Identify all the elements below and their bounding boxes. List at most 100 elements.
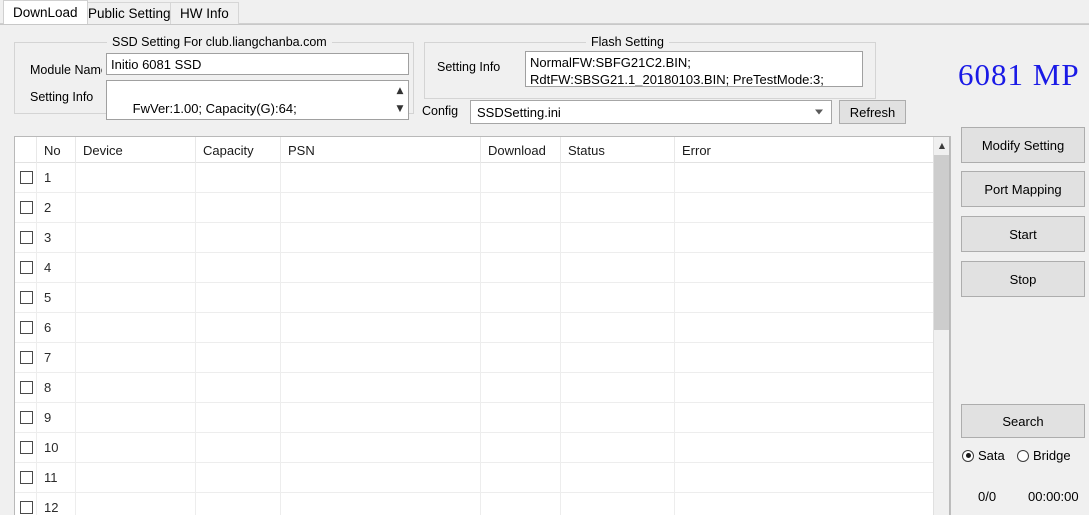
cell-capacity[interactable] [196, 193, 281, 222]
cell-capacity[interactable] [196, 223, 281, 252]
cell-device[interactable] [76, 163, 196, 192]
cell-psn[interactable] [281, 313, 481, 342]
cell-error[interactable] [675, 463, 935, 492]
row-checkbox[interactable] [20, 411, 33, 424]
cell-error[interactable] [675, 313, 935, 342]
cell-psn[interactable] [281, 163, 481, 192]
row-checkbox[interactable] [20, 501, 33, 514]
cell-capacity[interactable] [196, 463, 281, 492]
cell-check[interactable] [15, 373, 37, 402]
cell-download[interactable] [481, 403, 561, 432]
table-row[interactable]: 10 [15, 433, 935, 463]
cell-status[interactable] [561, 253, 675, 282]
chevron-up-icon[interactable]: ▲ [934, 137, 949, 154]
cell-check[interactable] [15, 313, 37, 342]
cell-status[interactable] [561, 223, 675, 252]
table-row[interactable]: 1 [15, 163, 935, 193]
chevron-down-icon[interactable]: ▼ [397, 105, 404, 114]
cell-capacity[interactable] [196, 163, 281, 192]
cell-no[interactable]: 6 [37, 313, 76, 342]
cell-device[interactable] [76, 223, 196, 252]
cell-download[interactable] [481, 493, 561, 515]
cell-status[interactable] [561, 493, 675, 515]
cell-error[interactable] [675, 283, 935, 312]
search-button[interactable]: Search [961, 404, 1085, 438]
table-row[interactable]: 4 [15, 253, 935, 283]
row-checkbox[interactable] [20, 231, 33, 244]
cell-error[interactable] [675, 403, 935, 432]
module-name-field[interactable]: Initio 6081 SSD [106, 53, 409, 75]
cell-no[interactable]: 7 [37, 343, 76, 372]
cell-check[interactable] [15, 403, 37, 432]
cell-check[interactable] [15, 493, 37, 515]
row-checkbox[interactable] [20, 351, 33, 364]
cell-psn[interactable] [281, 433, 481, 462]
row-checkbox[interactable] [20, 291, 33, 304]
cell-psn[interactable] [281, 463, 481, 492]
column-header-error[interactable]: Error [675, 137, 935, 163]
row-checkbox[interactable] [20, 381, 33, 394]
radio-bridge[interactable]: Bridge [1017, 448, 1071, 463]
cell-download[interactable] [481, 463, 561, 492]
cell-error[interactable] [675, 223, 935, 252]
ssd-setting-info-field[interactable]: FwVer:1.00; Capacity(G):64; EnableID_C7:… [106, 80, 409, 120]
cell-status[interactable] [561, 433, 675, 462]
table-row[interactable]: 6 [15, 313, 935, 343]
cell-download[interactable] [481, 343, 561, 372]
row-checkbox[interactable] [20, 471, 33, 484]
cell-psn[interactable] [281, 373, 481, 402]
tab-hw-info[interactable]: HW Info [170, 2, 239, 24]
tab-public-setting[interactable]: Public Setting [78, 2, 181, 24]
row-checkbox[interactable] [20, 441, 33, 454]
column-header-check[interactable] [15, 137, 37, 163]
cell-error[interactable] [675, 373, 935, 402]
flash-setting-info-field[interactable]: NormalFW:SBFG21C2.BIN; RdtFW:SBSG21.1_20… [525, 51, 863, 87]
cell-capacity[interactable] [196, 403, 281, 432]
cell-device[interactable] [76, 193, 196, 222]
column-header-psn[interactable]: PSN [281, 137, 481, 163]
cell-download[interactable] [481, 433, 561, 462]
cell-error[interactable] [675, 253, 935, 282]
cell-error[interactable] [675, 193, 935, 222]
cell-check[interactable] [15, 253, 37, 282]
cell-no[interactable]: 4 [37, 253, 76, 282]
cell-psn[interactable] [281, 253, 481, 282]
cell-psn[interactable] [281, 403, 481, 432]
cell-device[interactable] [76, 253, 196, 282]
row-checkbox[interactable] [20, 171, 33, 184]
table-row[interactable]: 7 [15, 343, 935, 373]
row-checkbox[interactable] [20, 201, 33, 214]
cell-check[interactable] [15, 223, 37, 252]
cell-psn[interactable] [281, 223, 481, 252]
column-header-device[interactable]: Device [76, 137, 196, 163]
cell-no[interactable]: 3 [37, 223, 76, 252]
table-row[interactable]: 11 [15, 463, 935, 493]
radio-bridge-indicator[interactable] [1017, 449, 1029, 462]
cell-status[interactable] [561, 193, 675, 222]
cell-status[interactable] [561, 313, 675, 342]
cell-capacity[interactable] [196, 253, 281, 282]
cell-error[interactable] [675, 493, 935, 515]
column-header-download[interactable]: Download [481, 137, 561, 163]
cell-download[interactable] [481, 223, 561, 252]
cell-check[interactable] [15, 283, 37, 312]
cell-no[interactable]: 10 [37, 433, 76, 462]
start-button[interactable]: Start [961, 216, 1085, 252]
cell-device[interactable] [76, 373, 196, 402]
cell-psn[interactable] [281, 193, 481, 222]
cell-status[interactable] [561, 343, 675, 372]
cell-check[interactable] [15, 463, 37, 492]
cell-no[interactable]: 12 [37, 493, 76, 515]
cell-no[interactable]: 9 [37, 403, 76, 432]
column-header-no[interactable]: No [37, 137, 76, 163]
modify-setting-button[interactable]: Modify Setting [961, 127, 1085, 163]
port-mapping-button[interactable]: Port Mapping [961, 171, 1085, 207]
cell-status[interactable] [561, 283, 675, 312]
cell-error[interactable] [675, 343, 935, 372]
cell-psn[interactable] [281, 283, 481, 312]
scrollbar-thumb[interactable] [934, 155, 949, 330]
cell-check[interactable] [15, 433, 37, 462]
column-header-capacity[interactable]: Capacity [196, 137, 281, 163]
table-row[interactable]: 8 [15, 373, 935, 403]
cell-status[interactable] [561, 163, 675, 192]
